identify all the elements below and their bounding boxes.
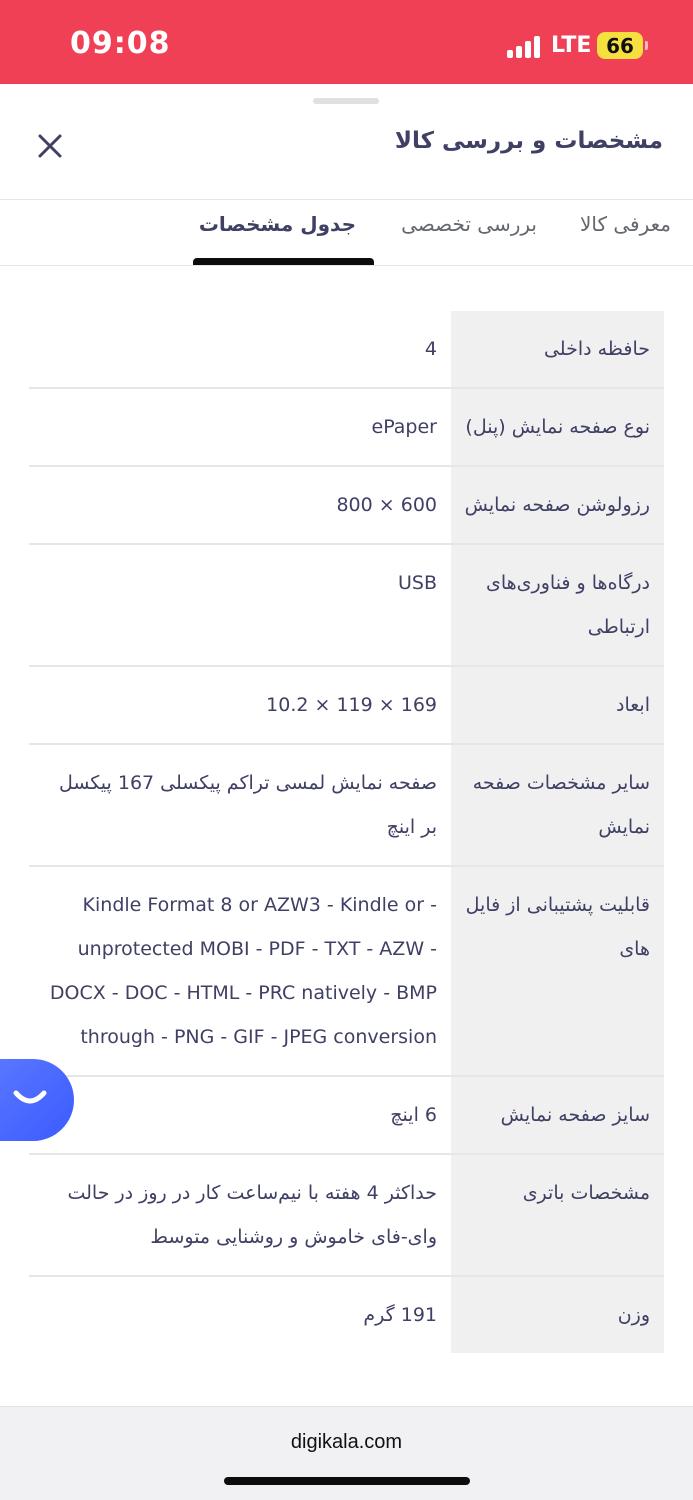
spec-label: وزن [451, 1277, 664, 1353]
spec-row: نوع صفحه نمایش (پنل) ePaper [29, 389, 664, 467]
chat-smile-icon [13, 1090, 47, 1104]
battery-level: 66 [606, 34, 634, 58]
spec-label: نوع صفحه نمایش (پنل) [451, 389, 664, 467]
sheet-title: مشخصات و بررسی کالا [394, 128, 663, 154]
spec-value: ePaper [29, 389, 451, 467]
battery-icon: 66 [597, 32, 643, 59]
status-time: 09:08 [70, 26, 171, 61]
spec-value: 169 × 119 × 10.2 [29, 667, 451, 745]
tab-expert-review[interactable]: بررسی تخصصی [401, 212, 537, 236]
spec-table: حافظه داخلی 4 نوع صفحه نمایش (پنل) ePape… [29, 311, 664, 1353]
network-label: LTE [551, 33, 592, 58]
drag-handle[interactable] [313, 98, 379, 104]
header-divider [0, 199, 693, 200]
battery-tip [645, 41, 648, 50]
spec-row: سایز صفحه نمایش 6 اینچ [29, 1077, 664, 1155]
spec-label: رزولوشن صفحه نمایش [451, 467, 664, 545]
spec-label: سایز صفحه نمایش [451, 1077, 664, 1155]
spec-label: درگاه‌ها و فناوری‌های ارتباطی [451, 545, 664, 667]
url-text[interactable]: digikala.com [0, 1431, 693, 1454]
spec-label: مشخصات باتری [451, 1155, 664, 1277]
spec-label: قابلیت پشتیبانی از فایل های [451, 867, 664, 1077]
spec-row: مشخصات باتری حداکثر 4 هفته با نیم‌ساعت ک… [29, 1155, 664, 1277]
spec-value: 6 اینچ [29, 1077, 451, 1155]
tab-product-intro[interactable]: معرفی کالا [580, 212, 671, 236]
spec-value: USB [29, 545, 451, 667]
spec-row: رزولوشن صفحه نمایش 600 × 800 [29, 467, 664, 545]
spec-value: 191 گرم [363, 1304, 437, 1326]
close-icon[interactable] [34, 130, 66, 162]
spec-row: درگاه‌ها و فناوری‌های ارتباطی USB [29, 545, 664, 667]
tabs-divider [0, 265, 693, 266]
spec-label: سایر مشخصات صفحه نمایش [451, 745, 664, 867]
tab-specifications[interactable]: جدول مشخصات [199, 212, 356, 236]
spec-label: حافظه داخلی [451, 311, 664, 389]
status-bar: 09:08 LTE 66 [0, 0, 693, 84]
spec-row: ابعاد 169 × 119 × 10.2 [29, 667, 664, 745]
spec-row: قابلیت پشتیبانی از فایل های Kindle Forma… [29, 867, 664, 1077]
browser-url-bar[interactable]: digikala.com [0, 1406, 693, 1500]
signal-icon [507, 36, 541, 58]
spec-value: صفحه نمایش لمسی تراکم پیکسلی 167 پیکسل ب… [29, 745, 451, 867]
spec-row: وزن 191 گرم [29, 1277, 664, 1353]
home-indicator[interactable] [224, 1477, 470, 1485]
spec-row: حافظه داخلی 4 [29, 311, 664, 389]
spec-value: Kindle Format 8 or AZW3 - Kindle or - un… [29, 867, 451, 1077]
spec-value: 4 [29, 311, 451, 389]
spec-value: حداکثر 4 هفته با نیم‌ساعت کار در روز در … [29, 1155, 451, 1277]
spec-label: ابعاد [451, 667, 664, 745]
spec-row: سایر مشخصات صفحه نمایش صفحه نمایش لمسی ت… [29, 745, 664, 867]
spec-value: 600 × 800 [29, 467, 451, 545]
